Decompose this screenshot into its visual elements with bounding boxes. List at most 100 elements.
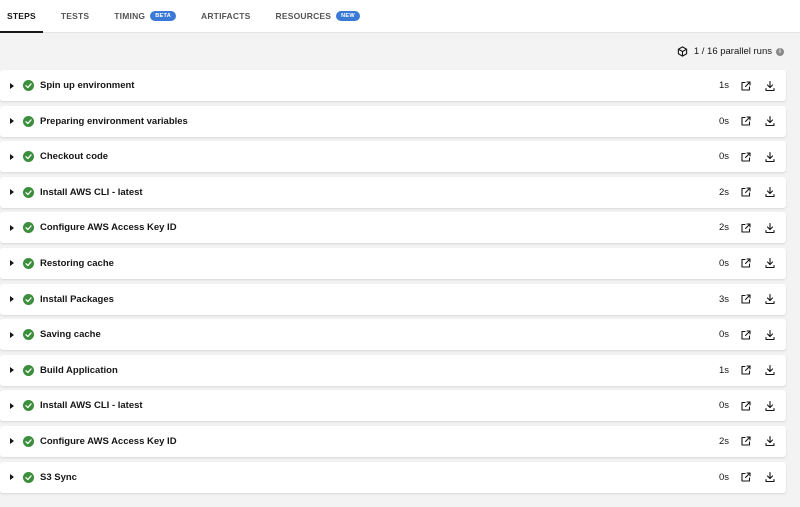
- step-row[interactable]: Install AWS CLI - latest 0s: [0, 390, 786, 422]
- step-row[interactable]: Build Application 1s: [0, 354, 786, 386]
- step-name: Configure AWS Access Key ID: [40, 435, 177, 447]
- success-check-icon: [23, 329, 34, 341]
- step-duration: 0s: [718, 257, 729, 269]
- step-name: Install AWS CLI - latest: [40, 186, 143, 198]
- success-check-icon: [23, 471, 34, 483]
- tab-timing[interactable]: TIMING BETA: [107, 0, 183, 32]
- step-duration: 2s: [718, 222, 729, 234]
- tab-label: TESTS: [60, 11, 90, 21]
- steps-list: Spin up environment 1s Preparing environ…: [0, 70, 800, 493]
- success-check-icon: [23, 186, 34, 198]
- step-duration: 0s: [718, 329, 729, 341]
- step-duration: 0s: [718, 115, 729, 127]
- success-check-icon: [23, 364, 34, 376]
- step-row[interactable]: Spin up environment 1s: [0, 70, 786, 101]
- success-check-icon: [23, 80, 34, 91]
- tab-label: STEPS: [7, 11, 36, 21]
- step-name: Checkout code: [40, 151, 109, 163]
- download-icon[interactable]: [764, 186, 776, 198]
- step-row[interactable]: S3 Sync 0s: [0, 461, 786, 493]
- tab-resources[interactable]: RESOURCES NEW: [269, 0, 367, 32]
- expand-caret-icon[interactable]: [10, 224, 14, 231]
- open-external-icon[interactable]: [740, 80, 752, 92]
- step-duration: 2s: [718, 186, 729, 198]
- open-external-icon[interactable]: [740, 151, 752, 163]
- expand-caret-icon[interactable]: [10, 402, 14, 409]
- success-check-icon: [23, 151, 34, 163]
- tab-label: ARTIFACTS: [201, 11, 251, 21]
- open-external-icon[interactable]: [740, 400, 752, 412]
- info-icon[interactable]: i: [776, 47, 784, 56]
- expand-caret-icon[interactable]: [10, 189, 14, 196]
- success-check-icon: [23, 257, 34, 269]
- step-duration: 1s: [718, 364, 729, 376]
- expand-caret-icon[interactable]: [10, 118, 14, 125]
- step-row[interactable]: Configure AWS Access Key ID 2s: [0, 425, 786, 457]
- new-badge: NEW: [336, 11, 360, 21]
- tab-tests[interactable]: TESTS: [54, 0, 96, 32]
- step-name: Install Packages: [40, 293, 114, 305]
- step-name: Restoring cache: [40, 257, 114, 269]
- tab-label: TIMING: [114, 11, 146, 21]
- open-external-icon[interactable]: [740, 222, 752, 234]
- step-name: Build Application: [40, 364, 118, 376]
- step-row[interactable]: Saving cache 0s: [0, 319, 786, 351]
- expand-caret-icon[interactable]: [10, 438, 14, 445]
- step-duration: 0s: [718, 471, 729, 483]
- tab-steps[interactable]: STEPS: [0, 0, 43, 33]
- step-duration: 3s: [718, 293, 729, 305]
- expand-caret-icon[interactable]: [10, 474, 14, 481]
- step-row[interactable]: Restoring cache 0s: [0, 247, 786, 279]
- open-external-icon[interactable]: [740, 435, 752, 447]
- beta-badge: BETA: [150, 11, 176, 21]
- download-icon[interactable]: [764, 293, 776, 305]
- open-external-icon[interactable]: [740, 186, 752, 198]
- expand-caret-icon[interactable]: [10, 367, 14, 374]
- success-check-icon: [23, 293, 34, 305]
- download-icon[interactable]: [764, 151, 776, 163]
- open-external-icon[interactable]: [740, 115, 752, 127]
- success-check-icon: [23, 115, 34, 127]
- download-icon[interactable]: [764, 80, 776, 92]
- step-name: Install AWS CLI - latest: [40, 400, 143, 412]
- step-name: Spin up environment: [40, 80, 135, 91]
- open-external-icon[interactable]: [740, 293, 752, 305]
- tab-artifacts[interactable]: ARTIFACTS: [194, 0, 258, 32]
- step-name: Saving cache: [40, 329, 101, 341]
- step-duration: 0s: [718, 400, 729, 412]
- parallel-runs-text: 1 / 16 parallel runs: [693, 46, 772, 57]
- step-name: Configure AWS Access Key ID: [40, 222, 177, 234]
- expand-caret-icon[interactable]: [10, 260, 14, 267]
- step-row[interactable]: Install Packages 3s: [0, 283, 786, 315]
- download-icon[interactable]: [764, 471, 776, 483]
- download-icon[interactable]: [764, 257, 776, 269]
- step-name: S3 Sync: [40, 471, 77, 483]
- open-external-icon[interactable]: [740, 329, 752, 341]
- step-duration: 2s: [718, 435, 729, 447]
- expand-caret-icon[interactable]: [10, 153, 14, 160]
- step-row[interactable]: Install AWS CLI - latest 2s: [0, 176, 786, 208]
- step-duration: 1s: [718, 80, 729, 91]
- download-icon[interactable]: [764, 364, 776, 376]
- step-name: Preparing environment variables: [40, 115, 188, 127]
- step-row[interactable]: Configure AWS Access Key ID 2s: [0, 212, 786, 244]
- expand-caret-icon[interactable]: [10, 331, 14, 338]
- download-icon[interactable]: [764, 222, 776, 234]
- expand-caret-icon[interactable]: [10, 82, 14, 89]
- step-row[interactable]: Checkout code 0s: [0, 141, 786, 173]
- download-icon[interactable]: [764, 435, 776, 447]
- success-check-icon: [23, 435, 34, 447]
- download-icon[interactable]: [764, 400, 776, 412]
- open-external-icon[interactable]: [740, 471, 752, 483]
- step-duration: 0s: [718, 151, 729, 163]
- open-external-icon[interactable]: [740, 257, 752, 269]
- download-icon[interactable]: [764, 329, 776, 341]
- success-check-icon: [23, 400, 34, 412]
- download-icon[interactable]: [764, 115, 776, 127]
- job-tabs: STEPS TESTS TIMING BETA ARTIFACTS RESOUR…: [0, 0, 800, 33]
- expand-caret-icon[interactable]: [10, 296, 14, 303]
- open-external-icon[interactable]: [740, 364, 752, 376]
- success-check-icon: [23, 222, 34, 234]
- parallel-runs-selector[interactable]: 1 / 16 parallel runs i: [0, 33, 800, 70]
- step-row[interactable]: Preparing environment variables 0s: [0, 105, 786, 137]
